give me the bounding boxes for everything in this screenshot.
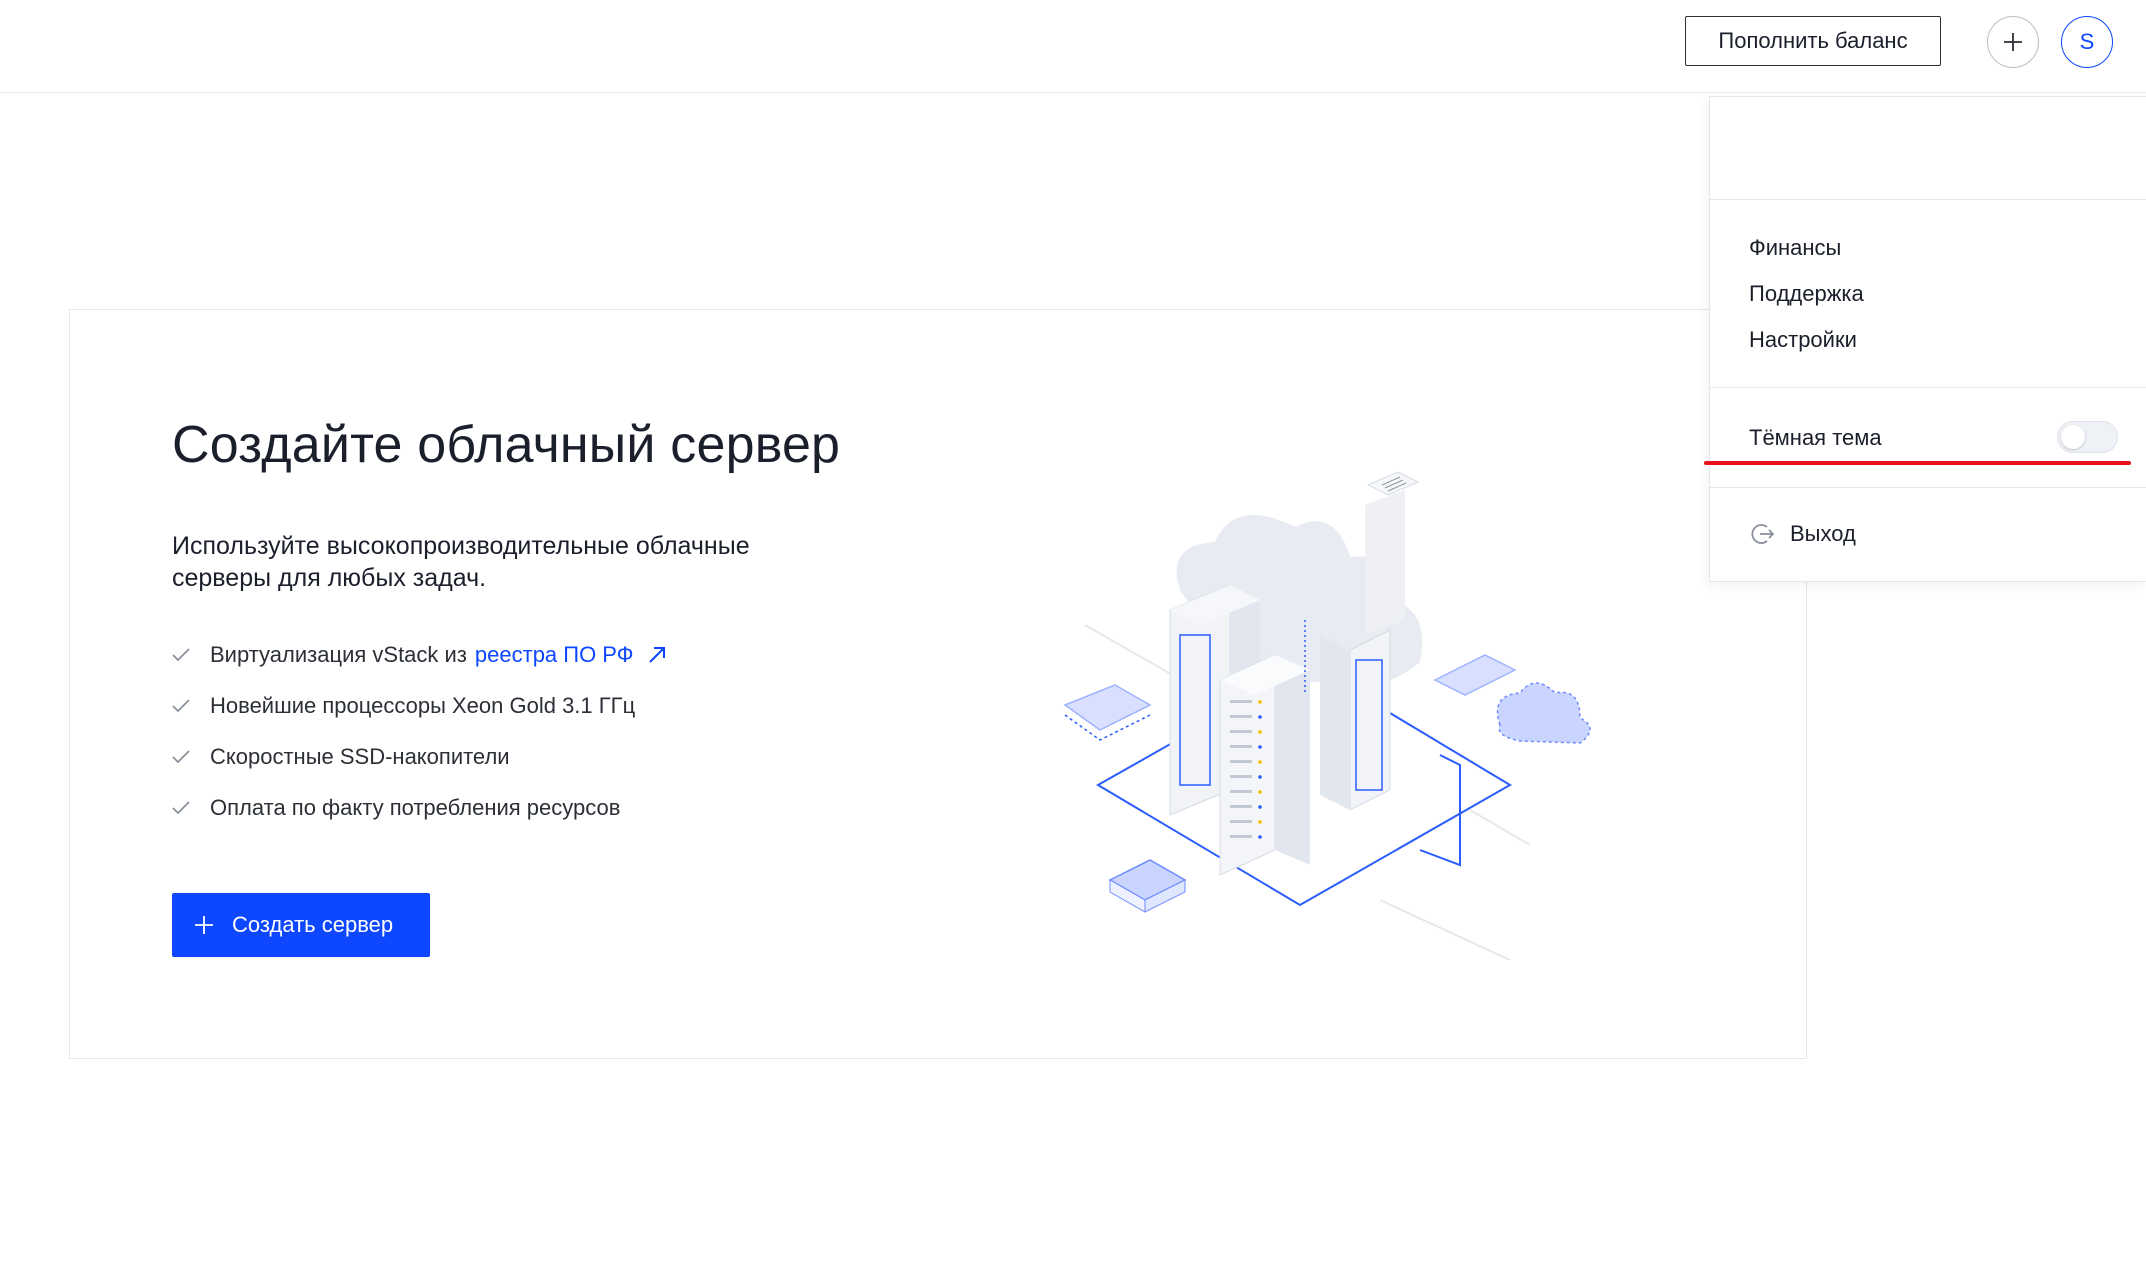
dark-theme-toggle[interactable] — [2057, 421, 2118, 453]
create-server-button[interactable]: Создать сервер — [172, 893, 430, 957]
dark-theme-label: Тёмная тема — [1749, 425, 1882, 450]
feature-item: Новейшие процессоры Xeon Gold 3.1 ГГц — [172, 680, 667, 731]
menu-divider — [1710, 199, 2146, 200]
user-avatar-button[interactable]: S — [2061, 16, 2113, 68]
toggle-knob — [2061, 425, 2085, 449]
menu-divider — [1710, 387, 2146, 388]
feature-text: Оплата по факту потребления ресурсов — [210, 794, 621, 820]
menu-divider — [1710, 487, 2146, 488]
plus-icon — [194, 915, 214, 935]
add-resource-button[interactable] — [1987, 16, 2039, 68]
check-icon — [172, 698, 210, 713]
check-icon — [172, 749, 210, 764]
menu-item-support[interactable]: Поддержка — [1749, 281, 1864, 307]
highlight-underline — [1704, 461, 2131, 465]
logout-icon — [1751, 524, 1775, 544]
feature-item: Скоростные SSD-накопители — [172, 731, 667, 782]
cloud-servers-illustration — [1063, 471, 1591, 960]
plus-icon — [2004, 33, 2022, 51]
feature-text: Новейшие процессоры Xeon Gold 3.1 ГГц — [210, 692, 636, 718]
user-menu-dropdown: Финансы Поддержка Настройки Тёмная тема … — [1709, 96, 2146, 582]
feature-text: Скоростные SSD-накопители — [210, 743, 510, 769]
menu-item-logout[interactable]: Выход — [1790, 521, 1856, 547]
menu-item-settings[interactable]: Настройки — [1749, 327, 1857, 353]
feature-item: Оплата по факту потребления ресурсов — [172, 782, 667, 833]
check-icon — [172, 800, 210, 815]
hero-subtitle: Используйте высокопроизводительные облач… — [172, 532, 750, 592]
feature-item: Виртуализация vStack из реестра ПО РФ — [172, 629, 667, 680]
registry-link[interactable]: реестра ПО РФ — [475, 642, 634, 668]
page-title: Создайте облачный сервер — [172, 416, 841, 474]
feature-text: Виртуализация vStack из — [210, 641, 467, 667]
create-server-label: Создать сервер — [232, 912, 394, 937]
feature-list: Виртуализация vStack из реестра ПО РФ Но… — [172, 629, 667, 833]
menu-item-finance[interactable]: Финансы — [1749, 235, 1841, 261]
top-up-balance-button[interactable]: Пополнить баланс — [1685, 16, 1941, 66]
arrow-up-right-icon[interactable] — [647, 645, 667, 665]
check-icon — [172, 647, 210, 662]
